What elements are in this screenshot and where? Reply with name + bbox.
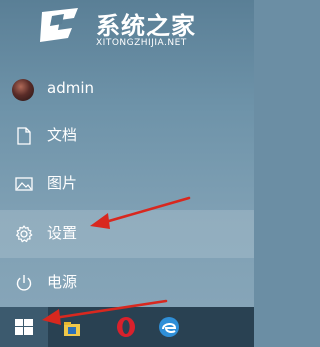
edge-icon: [159, 317, 179, 337]
start-button[interactable]: [0, 307, 48, 347]
start-item-label: admin: [47, 79, 94, 97]
picture-icon: [15, 177, 33, 191]
user-avatar: [12, 79, 34, 101]
start-item-power[interactable]: 电源: [0, 259, 254, 307]
start-menu: 系统之家 XITONGZHIJIA.NET admin 文档 图片 设置 电源: [0, 0, 254, 307]
logo-subtitle: XITONGZHIJIA.NET: [96, 38, 187, 48]
taskbar: [0, 307, 254, 347]
logo-title: 系统之家: [96, 12, 196, 40]
document-icon: [17, 127, 31, 145]
start-item-label: 设置: [47, 224, 78, 242]
start-item-documents[interactable]: 文档: [0, 112, 254, 160]
opera-icon: [117, 317, 135, 337]
start-item-user[interactable]: admin: [0, 66, 254, 114]
power-icon: [16, 275, 32, 291]
start-item-label: 文档: [47, 126, 78, 144]
start-item-label: 图片: [47, 174, 78, 192]
start-item-pictures[interactable]: 图片: [0, 160, 254, 208]
taskbar-file-explorer[interactable]: [52, 307, 92, 347]
file-explorer-icon: [64, 322, 80, 336]
windows-logo-icon: [15, 319, 33, 335]
start-item-settings[interactable]: 设置: [0, 210, 254, 258]
watermark-logo: 系统之家 XITONGZHIJIA.NET: [38, 4, 250, 58]
taskbar-edge[interactable]: [152, 307, 192, 347]
taskbar-opera[interactable]: [106, 307, 146, 347]
logo-glyph-icon: [40, 8, 78, 42]
gear-icon: [16, 225, 33, 243]
start-item-label: 电源: [47, 273, 78, 291]
